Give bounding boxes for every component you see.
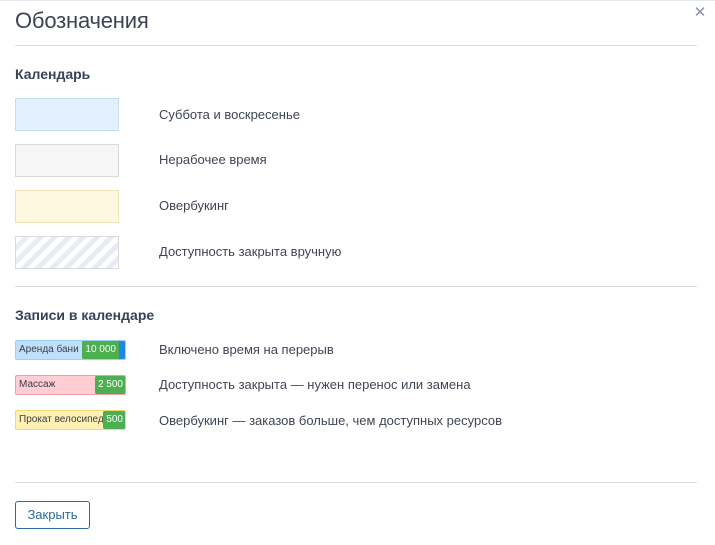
weekend-swatch (15, 98, 119, 131)
booking-overbooking-label: Овербукинг — заказов больше, чем доступн… (159, 413, 502, 428)
booking-price-badge: 500 (103, 411, 125, 429)
booking-closed-label: Доступность закрыта — нужен перенос или … (159, 377, 471, 392)
closed-availability-swatch (15, 236, 119, 269)
booking-break-label: Включено время на перерыв (159, 342, 334, 357)
weekend-label: Суббота и воскресенье (159, 107, 300, 122)
top-border (0, 0, 715, 1)
booking-sample-closed: Массаж 2 500 (15, 375, 126, 395)
booking-name: Аренда бани (19, 344, 79, 355)
divider (15, 482, 697, 483)
calendar-section-title: Календарь (15, 66, 91, 82)
nonworking-time-label: Нерабочее время (159, 152, 267, 167)
booking-price-badge: 10 000 (82, 341, 119, 359)
booking-accent-stripe (118, 341, 125, 359)
closed-availability-label: Доступность закрыта вручную (159, 244, 342, 259)
close-button[interactable]: Закрыть (15, 501, 90, 529)
booking-name: Массаж (19, 379, 56, 390)
close-icon[interactable]: ✕ (692, 5, 708, 21)
booking-name: Прокат велосипеда (19, 414, 110, 425)
booking-sample-overbooking: Прокат велосипеда 500 (15, 410, 126, 430)
divider (15, 286, 697, 287)
divider (15, 45, 697, 46)
booking-price-badge: 2 500 (94, 376, 125, 394)
legend-modal: Обозначения ✕ Календарь Суббота и воскре… (0, 0, 715, 545)
modal-title: Обозначения (15, 8, 149, 33)
bookings-section-title: Записи в календаре (15, 307, 155, 323)
overbooking-label: Овербукинг (159, 198, 229, 213)
overbooking-swatch (15, 190, 119, 223)
nonworking-time-swatch (15, 144, 119, 177)
booking-sample-break: Аренда бани 10 000 (15, 340, 126, 360)
